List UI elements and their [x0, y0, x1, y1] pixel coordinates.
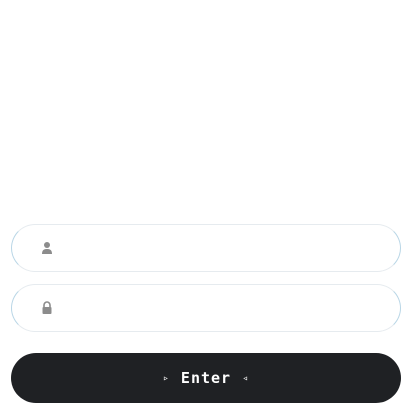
enter-button[interactable]: ▹ Enter ◃ — [11, 353, 401, 403]
user-icon — [41, 241, 53, 255]
left-triangle-icon: ◃ — [242, 372, 250, 384]
password-input[interactable] — [65, 284, 380, 332]
password-field[interactable] — [11, 284, 401, 332]
enter-button-label: Enter — [180, 369, 232, 387]
username-input[interactable] — [65, 224, 380, 272]
right-triangle-icon: ▹ — [162, 372, 170, 384]
lock-icon — [41, 301, 53, 315]
username-field[interactable] — [11, 224, 401, 272]
